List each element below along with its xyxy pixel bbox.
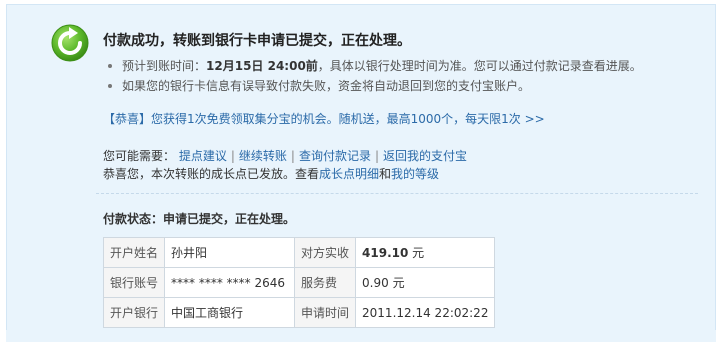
page-title: 付款成功，转账到银行卡申请已提交，正在处理。 xyxy=(103,33,411,49)
arrival-time-note: 预计到账时间：12月15日 24:00前，具体以银行处理时间为准。您可以通过付款… xyxy=(108,56,642,76)
arrival-time: 12月15日 24:00前 xyxy=(206,59,318,73)
table-row: 银行账号 **** **** **** 2646 服务费 0.90 元 xyxy=(102,267,496,298)
suggested-label: 您可能需要： xyxy=(103,149,176,163)
info-bullets: 预计到账时间：12月15日 24:00前，具体以银行处理时间为准。您可以通过付款… xyxy=(108,56,642,96)
link-separator: | xyxy=(290,149,295,163)
account-value: **** **** **** 2646 xyxy=(164,267,296,298)
fee-label: 服务费 xyxy=(294,267,357,298)
panel-bottom xyxy=(6,330,716,342)
link-separator: | xyxy=(230,149,235,163)
received-label: 对方实收 xyxy=(294,237,357,268)
payment-status: 付款状态：申请已提交，正在处理。 xyxy=(103,212,296,226)
transfer-details-table: 开户姓名 孙井阳 对方实收 419.10 元 银行账号 **** **** **… xyxy=(102,237,496,328)
link-separator: | xyxy=(374,149,380,163)
time-label: 申请时间 xyxy=(294,297,357,328)
table-row: 开户银行 中国工商银行 申请时间 2011.12.14 22:02:22 xyxy=(102,297,496,328)
my-level-link[interactable]: 我的等级 xyxy=(391,167,439,181)
received-unit: 元 xyxy=(408,246,425,260)
back-to-alipay-link[interactable]: 返回我的支付宝 xyxy=(383,149,467,163)
feedback-link[interactable]: 提点建议 xyxy=(179,149,227,163)
name-value: 孙井阳 xyxy=(164,237,296,268)
continue-transfer-link[interactable]: 继续转账 xyxy=(239,149,287,163)
divider xyxy=(96,193,698,194)
growth-details-link[interactable]: 成长点明细 xyxy=(319,167,379,181)
refund-note: 如果您的银行卡信息有误导致付款失败，资金将自动退回到您的支付宝账户。 xyxy=(108,76,642,96)
account-label: 银行账号 xyxy=(102,267,166,298)
bank-label: 开户银行 xyxy=(102,297,166,328)
received-value: 419.10 元 xyxy=(355,237,496,268)
received-amount: 419.10 xyxy=(362,246,409,260)
name-label: 开户姓名 xyxy=(102,237,166,268)
suggested-links: 您可能需要： 提点建议 | 继续转账 | 查询付款记录 | 返回我的支付宝 xyxy=(103,147,467,165)
time-value: 2011.12.14 22:02:22 xyxy=(355,297,496,328)
success-refresh-icon xyxy=(51,24,89,62)
bank-value: 中国工商银行 xyxy=(164,297,296,328)
promo-link[interactable]: 【恭喜】您获得1次免费领取集分宝的机会。随机送，最高1000个，每天限1次 >> xyxy=(103,110,545,127)
growth-points-note: 恭喜您，本次转账的成长点已发放。查看成长点明细和我的等级 xyxy=(103,167,440,181)
payment-records-link[interactable]: 查询付款记录 xyxy=(299,149,371,163)
table-row: 开户姓名 孙井阳 对方实收 419.10 元 xyxy=(102,237,496,268)
fee-value: 0.90 元 xyxy=(355,267,496,298)
